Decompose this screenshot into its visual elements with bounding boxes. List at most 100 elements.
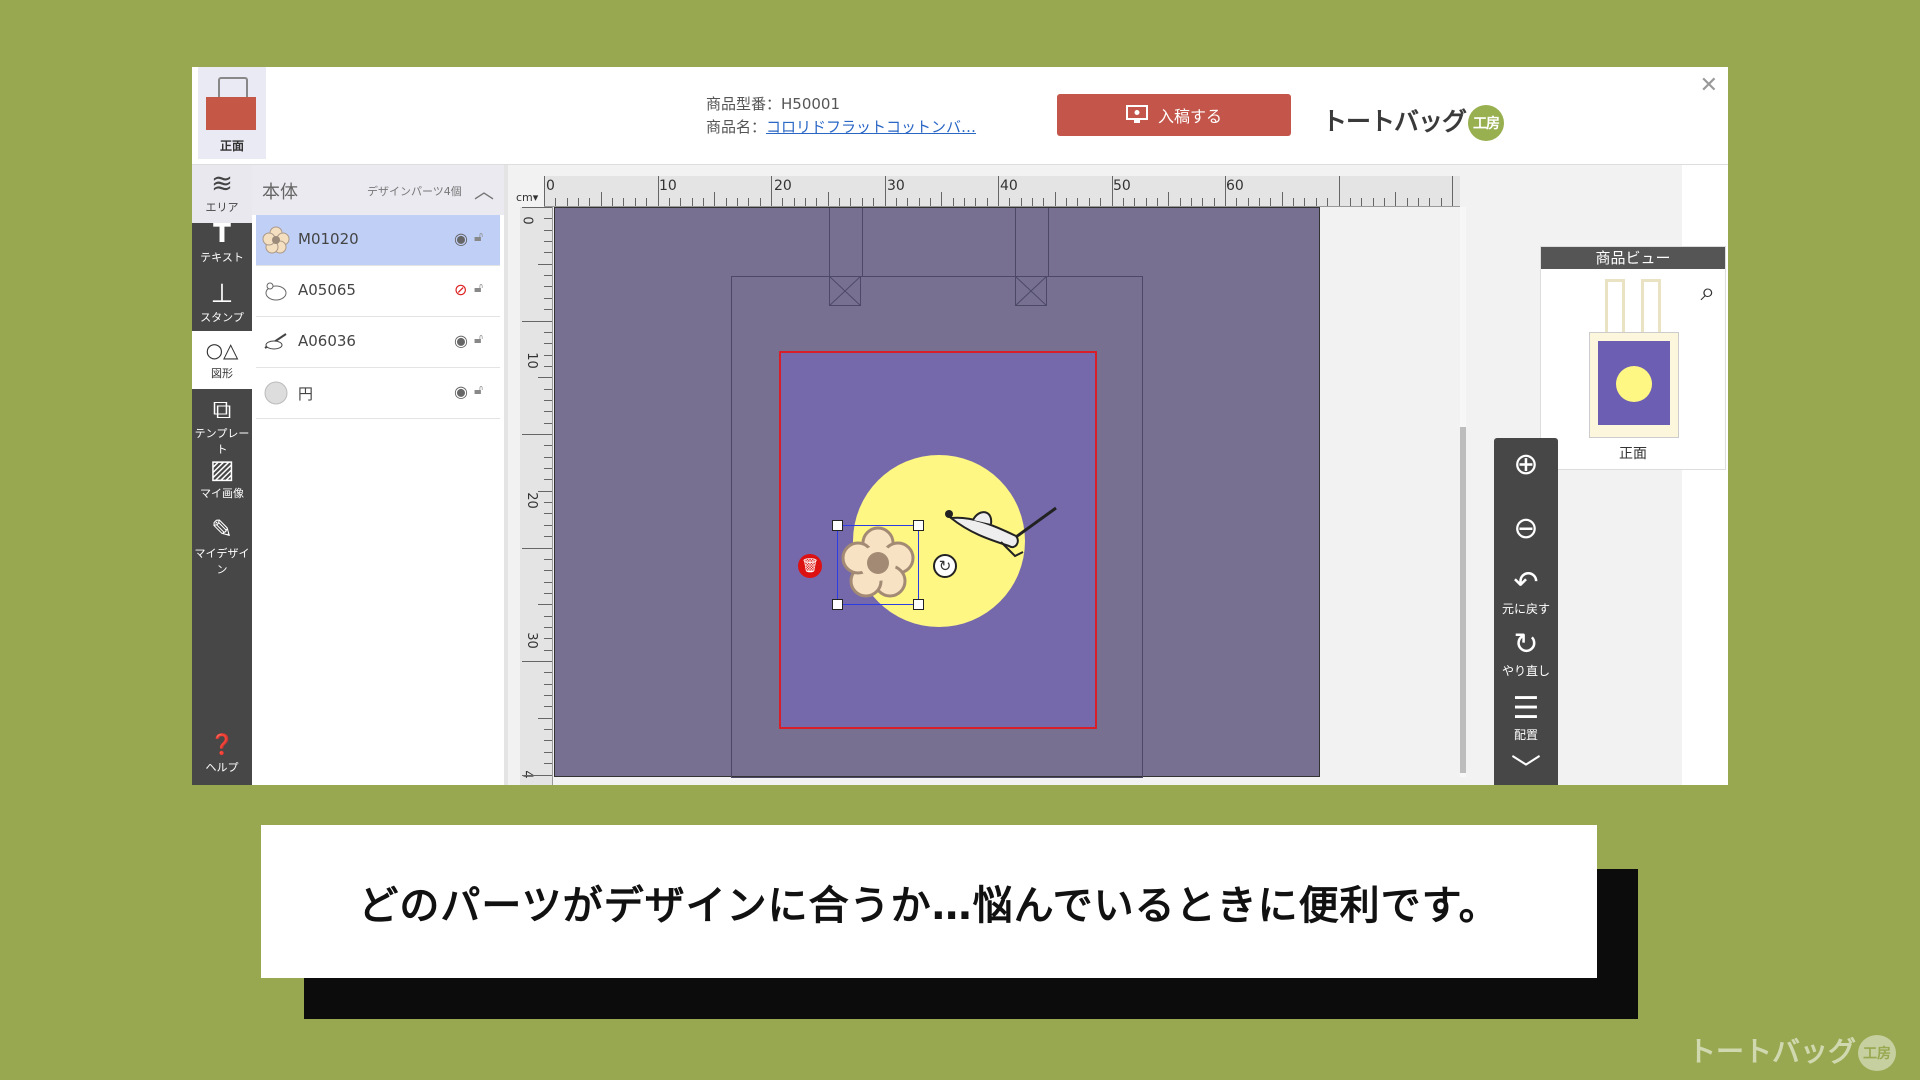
help-icon: ❓ [209, 732, 235, 756]
ruler-tick [1327, 198, 1329, 206]
ruler-tick [1054, 192, 1056, 206]
mouse-thumb-icon [265, 282, 287, 301]
ruler-tick [544, 445, 552, 447]
undo-button[interactable]: ↶ 元に戻す [1494, 566, 1558, 617]
circle-thumb-icon [264, 381, 288, 405]
tool-text[interactable]: T テキスト [192, 215, 252, 273]
ruler-tick [1361, 198, 1363, 206]
redo-icon: ↻ [1513, 627, 1539, 662]
selection-box[interactable] [832, 520, 924, 610]
zoom-out-button[interactable]: ⊖ [1494, 512, 1558, 546]
ruler-tick [929, 198, 931, 206]
print-area[interactable]: 🗑︎ ↻ [779, 351, 1097, 729]
ruler-tick [544, 683, 552, 685]
align-button[interactable]: ☰ 配置 [1494, 692, 1558, 743]
ruler-tick [1190, 198, 1192, 206]
strap-stitch-right [1015, 276, 1047, 306]
unit-select[interactable]: cm▾ [516, 191, 538, 204]
mouse-flying-thumb-icon [264, 333, 287, 350]
tool-stamp[interactable]: ⊥ スタンプ [192, 275, 252, 333]
eye-icon[interactable]: ◉ [454, 229, 468, 248]
tool-shapes[interactable]: ○△ 図形 [192, 331, 252, 389]
product-code: H50001 [781, 95, 841, 113]
ruler-label: 10 [523, 352, 539, 369]
zoom-in-button[interactable]: ⊕ [1494, 448, 1558, 482]
layer-item[interactable]: M01020 ◉ 🔓︎ [256, 215, 500, 266]
layers-header[interactable]: 本体 デザインパーツ4個 ︿ [252, 165, 504, 215]
ruler-tick [1417, 198, 1419, 206]
ruler-tick [522, 547, 552, 549]
ruler-tick [691, 198, 693, 206]
close-icon[interactable]: ✕ [1700, 73, 1718, 98]
ruler-tick [1032, 198, 1034, 206]
tool-label: スタンプ [200, 311, 244, 324]
ruler-tick [544, 763, 552, 765]
unlock-icon[interactable]: 🔓︎ [474, 382, 483, 398]
ruler-tick [1293, 198, 1295, 206]
my-design-icon: ✎ [211, 515, 233, 545]
ruler-tick [850, 198, 852, 206]
unlock-icon[interactable]: 🔓︎ [474, 280, 483, 296]
undo-icon: ↶ [1513, 565, 1539, 600]
ruler-tick [612, 198, 614, 206]
layer-name: A05065 [298, 281, 356, 299]
ruler-tick [873, 198, 875, 206]
ruler-tick [544, 422, 552, 424]
resize-handle[interactable] [913, 599, 924, 610]
rotate-icon[interactable]: ↻ [933, 554, 957, 578]
ruler-label: 0 [546, 178, 555, 194]
layer-item[interactable]: A06036 ◉ 🔓︎ [256, 317, 500, 368]
design-board[interactable]: 🗑︎ ↻ [554, 207, 1320, 778]
tool-label: エリア [205, 201, 239, 214]
eye-off-icon[interactable]: ⊘ [454, 280, 467, 299]
unlock-icon[interactable]: 🔓︎ [474, 331, 483, 347]
more-button[interactable]: ﹀ [1494, 754, 1558, 788]
delete-icon[interactable]: 🗑︎ [798, 554, 822, 578]
ruler-tick [538, 377, 552, 379]
resize-handle[interactable] [913, 520, 924, 531]
brand-logo: トートバッグ 工房 [1322, 102, 1505, 141]
ruler-tick [941, 192, 943, 206]
product-preview-bag[interactable] [1589, 332, 1679, 438]
chevron-up-icon[interactable]: ︿ [474, 175, 494, 204]
layer-item[interactable]: A05065 ⊘ 🔓︎ [256, 266, 500, 317]
ruler-tick [544, 365, 552, 367]
flower-thumb-icon [262, 226, 290, 254]
face-tab-front[interactable]: 正面 [198, 67, 266, 159]
tool-help[interactable]: ❓ ヘルプ [192, 725, 252, 783]
ruler-tick [1111, 176, 1113, 206]
align-label: 配置 [1513, 728, 1538, 742]
ruler-tick [555, 198, 557, 206]
tool-my-image[interactable]: ▨ マイ画像 [192, 451, 252, 509]
ruler-tick [895, 198, 897, 206]
watermark-badge: 工房 [1858, 1035, 1896, 1071]
ruler-tick [544, 468, 552, 470]
tool-my-design[interactable]: ✎ マイデザイン [192, 511, 252, 576]
ruler-tick [1066, 198, 1068, 206]
ruler-tick [544, 513, 552, 515]
ruler-tick [918, 198, 920, 206]
ruler-tick [544, 672, 552, 674]
scrollbar-thumb[interactable] [1460, 427, 1466, 773]
search-icon[interactable]: ⌕ [1700, 277, 1715, 308]
resize-handle[interactable] [832, 520, 843, 531]
eye-icon[interactable]: ◉ [454, 382, 468, 401]
preview-strap [1605, 279, 1625, 334]
layer-item[interactable]: 円 ◉ 🔓︎ [256, 368, 500, 419]
ruler-tick [1088, 198, 1090, 206]
ruler-tick [544, 592, 552, 594]
redo-button[interactable]: ↻ やり直し [1494, 628, 1558, 679]
tool-template[interactable]: ⧉ テンプレート [192, 391, 252, 456]
eye-icon[interactable]: ◉ [454, 331, 468, 350]
resize-handle[interactable] [832, 599, 843, 610]
ruler-tick [1134, 198, 1136, 206]
ruler-tick [907, 198, 909, 206]
undo-label: 元に戻す [1501, 602, 1550, 616]
product-name-link[interactable]: コロリドフラットコットンバ… [766, 118, 976, 136]
ruler-vertical: 0 10 20 30 4 [520, 207, 553, 785]
ruler-tick [589, 198, 591, 206]
submit-button[interactable]: 入稿する [1057, 94, 1291, 136]
ruler-tick [963, 198, 965, 206]
ruler-tick [1440, 198, 1442, 206]
unlock-icon[interactable]: 🔓︎ [474, 229, 483, 245]
